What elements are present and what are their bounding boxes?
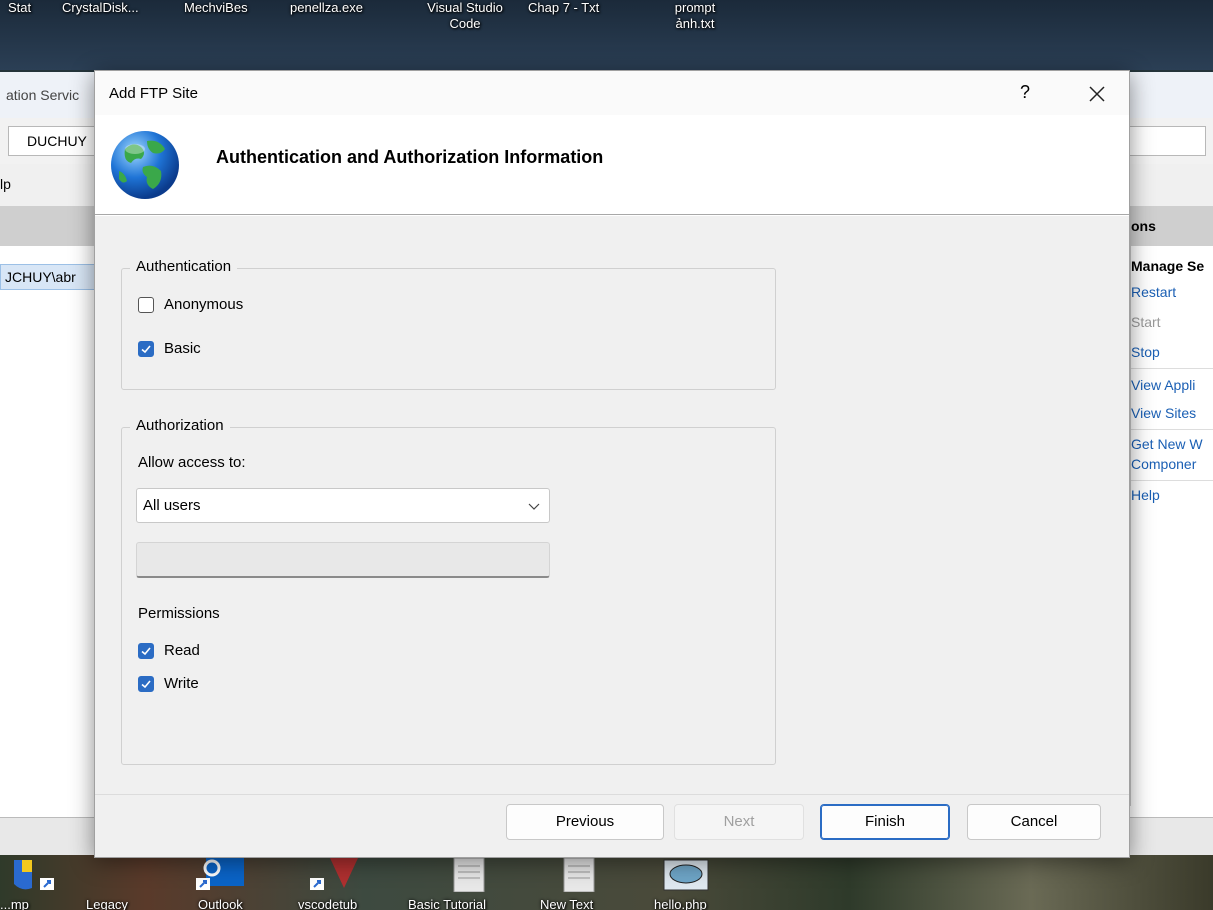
checkmark-icon (141, 646, 151, 655)
text-file-icon[interactable] (550, 858, 606, 892)
authorization-group: Authorization (121, 417, 776, 765)
anonymous-checkbox-row[interactable]: Anonymous (138, 296, 243, 313)
user-names-field (136, 542, 550, 578)
allow-access-value: All users (143, 497, 201, 514)
iis-tree-item[interactable]: JCHUY\abr (0, 264, 100, 290)
shield-icon[interactable] (4, 858, 60, 892)
desktop-icon-label[interactable]: Visual Studio Code (410, 0, 520, 32)
vscodetub-icon[interactable] (306, 858, 362, 892)
dialog-body: Authentication Anonymous Basic Authoriza… (95, 216, 1129, 794)
basic-label: Basic (164, 340, 201, 357)
write-label: Write (164, 675, 199, 692)
desktop-icon-label[interactable]: penellza.exe (290, 0, 363, 16)
action-stop-link[interactable]: Stop (1131, 342, 1213, 362)
desktop-icon-label[interactable]: Legacy (86, 897, 128, 910)
write-checkbox[interactable] (138, 675, 154, 692)
desktop-top-row: Stat CrystalDisk... MechviBes penellza.e… (0, 0, 1213, 70)
allow-access-select[interactable]: All users (136, 488, 550, 523)
add-ftp-site-dialog: Add FTP Site ? Authentication and Author… (94, 70, 1130, 858)
dialog-header: Authentication and Authorization Informa… (95, 115, 1129, 215)
desktop-icon-label[interactable]: MechviBes (184, 0, 248, 16)
dialog-titlebar: Add FTP Site ? (95, 71, 1129, 115)
desktop-icon-label[interactable]: CrystalDisk... (62, 0, 139, 16)
php-file-icon[interactable] (658, 858, 714, 892)
anonymous-checkbox[interactable] (138, 296, 154, 313)
desktop-icon-label[interactable]: hello.php (654, 897, 707, 910)
read-label: Read (164, 642, 200, 659)
help-label: ? (1019, 82, 1030, 102)
authentication-group: Authentication (121, 258, 776, 390)
permissions-label: Permissions (138, 605, 220, 622)
iis-actions-pane: ons Manage Se Restart Start Stop View Ap… (1130, 206, 1213, 806)
checkmark-icon (141, 344, 151, 353)
actions-manage-heading: Manage Se (1131, 258, 1205, 274)
text-file-icon[interactable] (440, 858, 496, 892)
authentication-legend: Authentication (130, 258, 238, 275)
desktop-icon-label[interactable]: ...mp (0, 897, 29, 910)
desktop-bottom-row: ...mp Legacy Outlook vscodetub Basic Tut… (0, 855, 1213, 910)
action-start-link: Start (1131, 314, 1161, 330)
read-checkbox-row[interactable]: Read (138, 642, 200, 659)
desktop-icon-label[interactable]: Chap 7 - Txt (528, 0, 599, 16)
finish-button[interactable]: Finish (820, 804, 950, 840)
basic-checkbox[interactable] (138, 340, 154, 357)
desktop-icon-label[interactable]: vscodetub (298, 897, 357, 910)
desktop-icon-label[interactable]: Outlook (198, 897, 243, 910)
dialog-heading: Authentication and Authorization Informa… (216, 147, 604, 167)
dialog-title: Add FTP Site (109, 85, 198, 102)
globe-icon (111, 131, 179, 199)
previous-button[interactable]: Previous (506, 804, 664, 840)
read-checkbox[interactable] (138, 642, 154, 659)
action-get-new-components-link[interactable]: Get New W Componer (1131, 434, 1211, 474)
outlook-icon[interactable] (190, 858, 246, 892)
next-button: Next (674, 804, 804, 840)
action-help-link[interactable]: Help (1131, 485, 1213, 505)
desktop-icon-label[interactable]: New Text (540, 897, 593, 910)
write-checkbox-row[interactable]: Write (138, 675, 199, 692)
close-button[interactable] (1073, 77, 1121, 109)
desktop-icon-label[interactable]: Basic Tutorial (408, 897, 486, 910)
action-view-applications-link[interactable]: View Appli (1131, 375, 1213, 395)
basic-checkbox-row[interactable]: Basic (138, 340, 201, 357)
desktop-icon-label[interactable]: Stat (8, 0, 31, 16)
help-button[interactable]: ? (1005, 77, 1045, 109)
desktop-icon-label[interactable]: prompt ảnh.txt (660, 0, 730, 32)
authorization-legend: Authorization (130, 417, 230, 434)
iis-menu-help[interactable]: lp (0, 176, 11, 192)
action-restart-link[interactable]: Restart (1131, 282, 1213, 302)
close-icon (1089, 86, 1105, 102)
cancel-button[interactable]: Cancel (967, 804, 1101, 840)
chevron-down-icon (528, 503, 540, 510)
checkmark-icon (141, 679, 151, 688)
action-view-sites-link[interactable]: View Sites (1131, 403, 1213, 423)
iis-actions-header: ons (1131, 206, 1213, 246)
anonymous-label: Anonymous (164, 296, 244, 313)
dialog-footer: Previous Next Finish Cancel (95, 794, 1129, 857)
allow-access-label: Allow access to: (138, 454, 246, 471)
